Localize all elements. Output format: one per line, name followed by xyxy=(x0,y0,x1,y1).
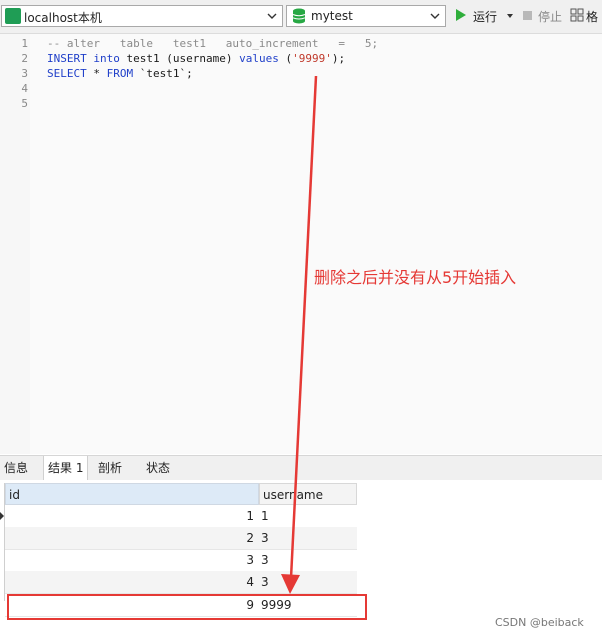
toolbar: localhost本机 mytest 运行 停止 格 xyxy=(0,0,602,34)
cell-id[interactable]: 1 xyxy=(5,505,254,527)
run-label: 运行 xyxy=(473,10,498,24)
line-number: 2 xyxy=(21,52,28,65)
column-header-id[interactable]: id xyxy=(5,483,259,505)
row-selector-rule xyxy=(4,483,5,601)
navicat-query-window: localhost本机 mytest 运行 停止 格 1 2 3 4 5 -- … xyxy=(0,0,602,638)
line-number: 1 xyxy=(21,37,28,50)
annotation-text: 删除之后并没有从5开始插入 xyxy=(314,268,517,287)
code-line-3: SELECT * FROM `test1`; xyxy=(47,67,193,80)
table-row[interactable]: 3 3 xyxy=(5,549,357,572)
stop-label: 停止 xyxy=(538,10,563,24)
watermark: CSDN @beiback xyxy=(495,616,584,629)
line-number: 5 xyxy=(21,97,28,110)
connection-icon xyxy=(5,8,21,24)
run-button[interactable]: 运行 xyxy=(455,7,517,27)
connection-select[interactable]: localhost本机 xyxy=(1,5,283,27)
column-header-username[interactable]: username xyxy=(259,483,357,505)
table-row[interactable]: 4 3 xyxy=(5,571,357,594)
cell-username[interactable]: 3 xyxy=(261,549,269,571)
cell-username[interactable]: 3 xyxy=(261,571,269,593)
tab-status[interactable]: 状态 xyxy=(142,456,174,480)
cell-username[interactable]: 3 xyxy=(261,527,269,549)
tab-profile[interactable]: 剖析 xyxy=(94,456,126,480)
code-line-1: -- alter table test1 auto_increment = 5; xyxy=(47,37,379,50)
line-number: 3 xyxy=(21,67,28,80)
result-tabs: 信息 结果 1 剖析 状态 xyxy=(0,455,602,481)
current-row-marker-icon xyxy=(0,512,4,520)
line-number: 4 xyxy=(21,82,28,95)
tab-result-1[interactable]: 结果 1 xyxy=(43,456,89,481)
chevron-down-icon xyxy=(267,13,277,19)
play-icon xyxy=(456,9,466,21)
highlight-box xyxy=(7,594,367,620)
table-row[interactable]: 1 1 xyxy=(5,505,357,528)
cell-id[interactable]: 3 xyxy=(5,549,254,571)
connection-label: localhost本机 xyxy=(24,11,102,25)
cell-id[interactable]: 2 xyxy=(5,527,254,549)
cell-username[interactable]: 1 xyxy=(261,505,269,527)
cell-id[interactable]: 4 xyxy=(5,571,254,593)
dropdown-arrow-icon[interactable] xyxy=(507,14,513,18)
database-select[interactable]: mytest xyxy=(286,5,446,27)
tab-info[interactable]: 信息 xyxy=(0,456,32,480)
sql-editor[interactable]: 1 2 3 4 5 -- alter table test1 auto_incr… xyxy=(0,34,602,454)
format-label: 格 xyxy=(586,10,599,24)
format-button[interactable]: 格 xyxy=(570,7,602,27)
table-row[interactable]: 2 3 xyxy=(5,527,357,550)
format-icon xyxy=(570,8,584,22)
database-icon xyxy=(292,8,306,24)
line-number-gutter: 1 2 3 4 5 xyxy=(0,34,30,454)
stop-button[interactable]: 停止 xyxy=(522,7,566,27)
code-line-2: INSERT into test1 (username) values ('99… xyxy=(47,52,346,65)
stop-icon xyxy=(523,11,532,20)
database-label: mytest xyxy=(311,9,353,23)
code-area[interactable]: -- alter table test1 auto_increment = 5;… xyxy=(30,34,602,454)
chevron-down-icon xyxy=(430,13,440,19)
